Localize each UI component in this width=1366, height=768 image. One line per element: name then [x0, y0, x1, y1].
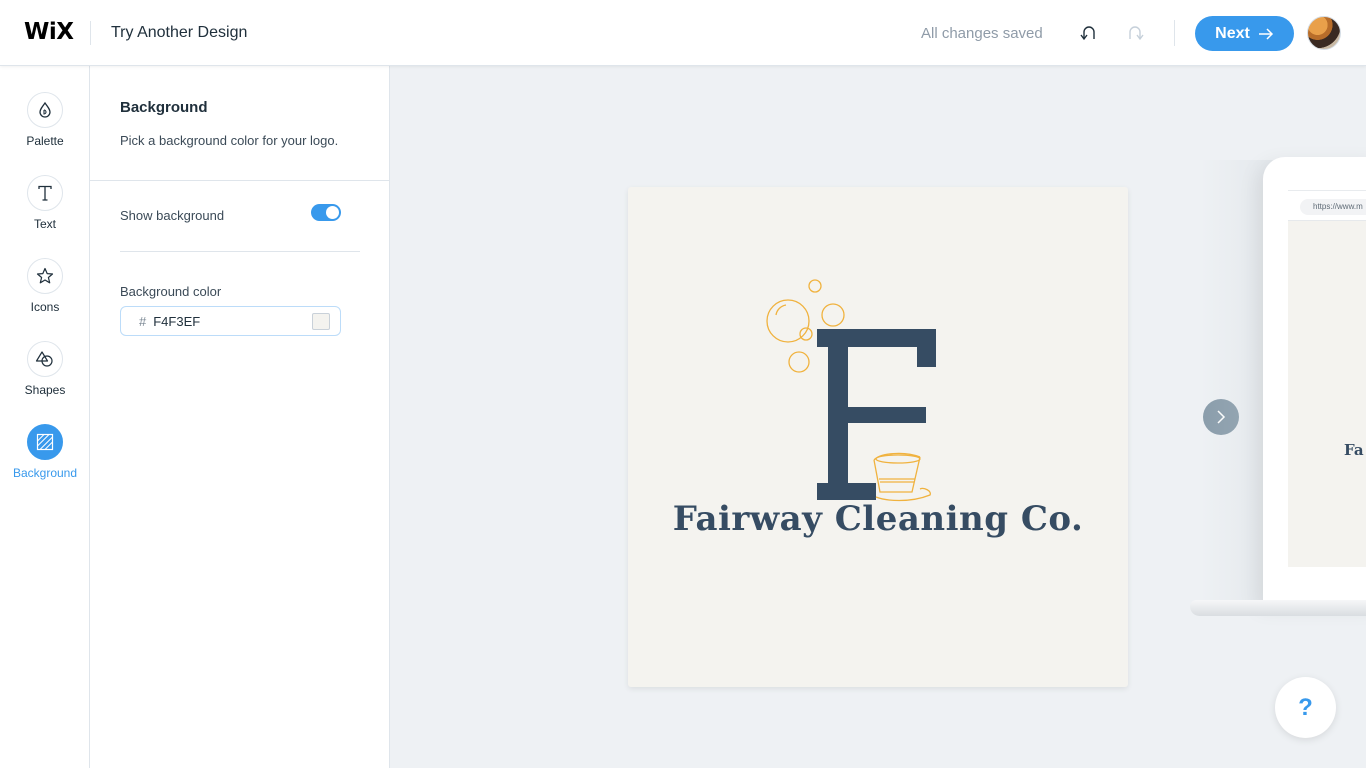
- rail-item-icons[interactable]: Icons: [0, 258, 90, 314]
- hex-value: F4F3EF: [153, 313, 201, 329]
- bucket-icon: [873, 452, 931, 502]
- redo-button[interactable]: [1122, 20, 1148, 46]
- rail-item-background[interactable]: Background: [0, 424, 90, 480]
- laptop-base: [1190, 600, 1366, 616]
- background-icon: [36, 433, 54, 451]
- rail-item-text[interactable]: Text: [0, 175, 90, 231]
- save-status: All changes saved: [921, 25, 1043, 42]
- rail-item-shapes[interactable]: Shapes: [0, 341, 90, 397]
- top-bar: WiX Try Another Design All changes saved…: [0, 0, 1366, 66]
- divider: [120, 251, 360, 252]
- star-icon: [36, 267, 54, 284]
- laptop-screen: https://www.m Fa: [1288, 190, 1366, 567]
- background-color-input[interactable]: # F4F3EF: [120, 306, 341, 336]
- next-label: Next: [1215, 24, 1250, 42]
- next-button[interactable]: Next: [1195, 16, 1294, 51]
- toggle-knob: [326, 206, 339, 219]
- url-bar: https://www.m: [1300, 199, 1366, 215]
- divider: [90, 21, 91, 45]
- show-background-label: Show background: [120, 208, 225, 223]
- background-color-label: Background color: [120, 284, 222, 299]
- arrow-right-icon: [1258, 27, 1273, 40]
- undo-icon: [1080, 26, 1095, 41]
- rail-icon-circle: [27, 424, 63, 460]
- show-background-toggle[interactable]: [311, 204, 341, 221]
- brand-name: Fairway Cleaning Co.: [672, 499, 1084, 539]
- tool-rail: Palette Text Icons Shapes Background: [0, 66, 90, 768]
- laptop-mockup-preview: https://www.m Fa: [1263, 157, 1366, 603]
- droplet-icon: [39, 101, 51, 118]
- shapes-icon: [35, 351, 53, 367]
- wix-logo[interactable]: WiX: [24, 19, 74, 45]
- rail-icon-circle: [27, 175, 63, 211]
- rail-label: Background: [12, 466, 78, 480]
- rail-icon-circle: [27, 92, 63, 128]
- rail-label: Palette: [26, 134, 64, 148]
- divider: [1174, 20, 1175, 46]
- divider: [90, 180, 390, 181]
- help-icon: ?: [1298, 693, 1313, 721]
- redo-icon: [1129, 26, 1144, 41]
- logo-artwork: [766, 279, 936, 502]
- rail-label: Shapes: [24, 383, 66, 397]
- help-button[interactable]: ?: [1275, 677, 1336, 738]
- panel-title: Background: [120, 99, 208, 116]
- browser-bar: https://www.m: [1288, 191, 1366, 221]
- logo-canvas[interactable]: Fairway Cleaning Co.: [628, 187, 1128, 687]
- undo-button[interactable]: [1076, 20, 1102, 46]
- color-swatch[interactable]: [312, 313, 330, 330]
- text-icon: [38, 185, 52, 201]
- rail-label: Text: [33, 217, 56, 231]
- rail-icon-circle: [27, 258, 63, 294]
- rail-item-palette[interactable]: Palette: [0, 92, 90, 148]
- rail-label: Icons: [30, 300, 60, 314]
- rail-icon-circle: [27, 341, 63, 377]
- background-panel: Background Pick a background color for y…: [90, 66, 390, 768]
- try-another-design-link[interactable]: Try Another Design: [111, 24, 247, 42]
- preview-brand-name: Fa: [1344, 441, 1364, 459]
- hash-prefix: #: [139, 313, 147, 329]
- panel-description: Pick a background color for your logo.: [120, 133, 339, 148]
- user-avatar[interactable]: [1307, 16, 1341, 50]
